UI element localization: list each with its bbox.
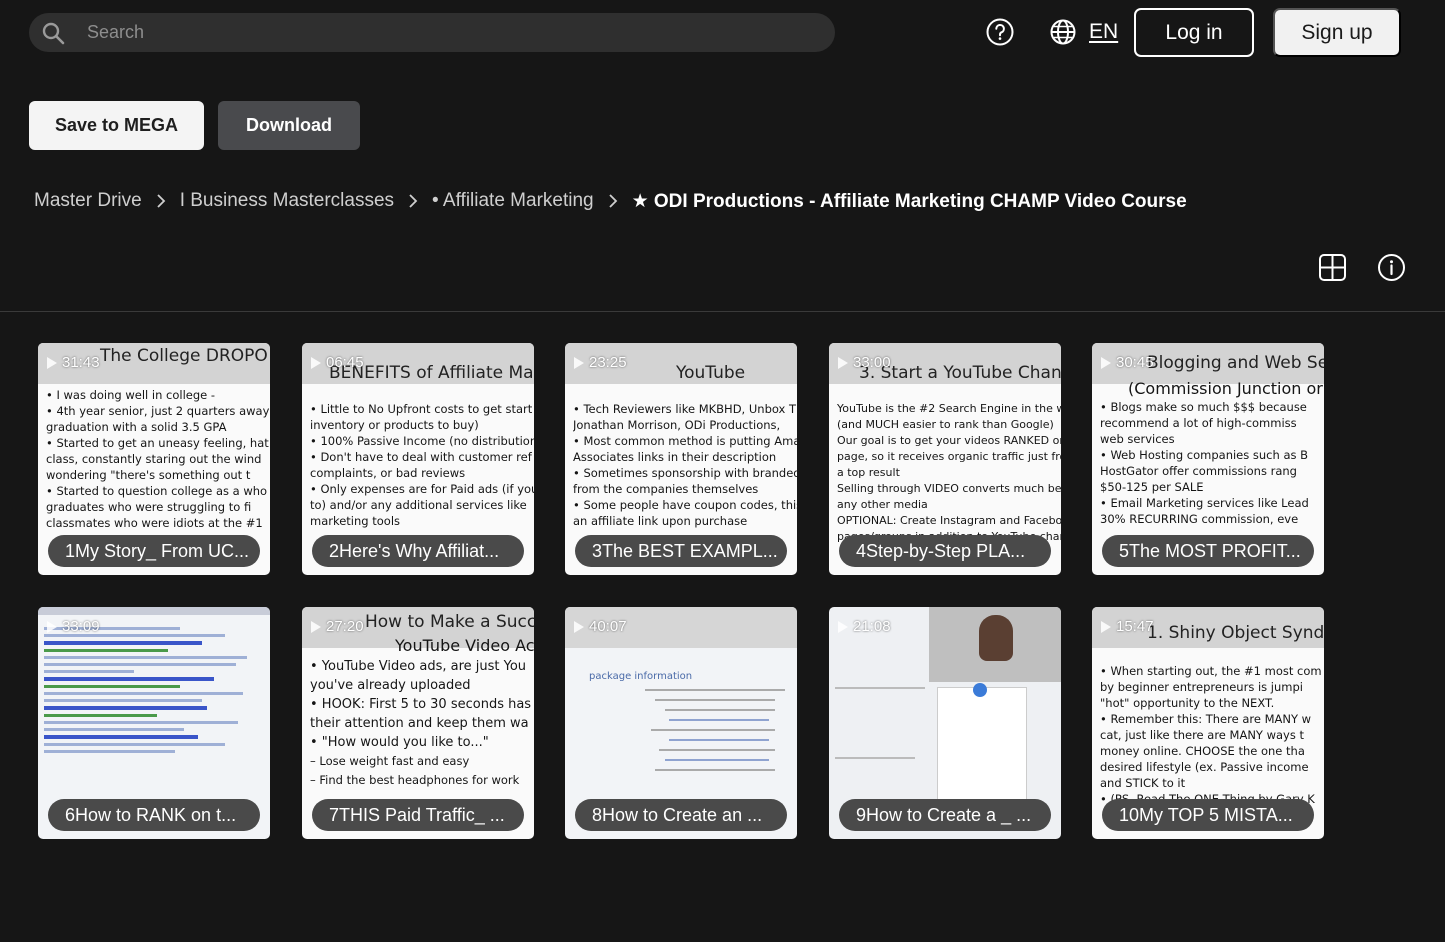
globe-icon [1050,19,1076,45]
play-icon [574,621,584,633]
slide-body: • I was doing well in college - • 4th ye… [46,388,270,530]
play-icon [838,357,848,369]
search-input[interactable] [87,13,817,52]
play-icon [838,621,848,633]
file-tile-7[interactable]: How to Make a Succe YouTube Video Ac • Y… [302,607,534,839]
file-tile-5[interactable]: Blogging and Web Serv (Commission Juncti… [1092,343,1324,575]
breadcrumb: Master Drive I Business Masterclasses • … [34,188,1187,214]
search-results-thumbnail [44,627,270,757]
breadcrumb-item-masterclasses[interactable]: I Business Masterclasses [180,190,394,212]
file-name: 10My TOP 5 MISTA... [1102,799,1314,831]
divider [0,311,1445,312]
slide-body: (Commission Junction or • Blogs make so … [1100,379,1323,526]
video-duration: 06:45 [326,354,364,371]
slide-title: The College DROPO [100,346,268,366]
breadcrumb-current-folder: ★ ODI Productions - Affiliate Marketing … [631,190,1187,212]
video-duration: 33:09 [62,618,100,635]
browser-tabs [38,607,270,615]
file-tile-9[interactable]: 21:08 9How to Create a _ ... [829,607,1061,839]
file-tile-10[interactable]: 1. Shiny Object Synd • When starting out… [1092,607,1324,839]
video-duration: 15:47 [1116,618,1154,635]
file-name: 8How to Create an ... [575,799,787,831]
grid-view-icon[interactable] [1318,253,1347,282]
file-tile-4[interactable]: 3. Start a YouTube Channe YouTube is the… [829,343,1061,575]
file-tile-8[interactable]: package information 40:07 8How to Create… [565,607,797,839]
video-duration: 31:43 [62,354,100,371]
slide-body: YouTube is the #2 Search Engine in the w… [837,402,1061,543]
file-name: 7THIS Paid Traffic_ ... [312,799,524,831]
help-circle-icon[interactable] [985,17,1015,47]
breadcrumb-item-affiliate-marketing[interactable]: • Affiliate Marketing [432,190,594,212]
save-to-mega-button[interactable]: Save to MEGA [29,101,204,150]
file-name: 1My Story_ From UC... [48,535,260,567]
play-icon [47,621,57,633]
file-name: 5The MOST PROFIT... [1102,535,1314,567]
package-information-label: package information [589,671,693,682]
slide-title: How to Make a Succe [365,612,534,632]
chevron-right-icon [142,194,180,208]
chevron-right-icon [394,194,432,208]
play-icon [1101,357,1111,369]
dialog-thumbnail [937,687,1027,817]
play-icon [311,357,321,369]
breadcrumb-item-master-drive[interactable]: Master Drive [34,190,142,212]
video-duration: 23:25 [589,354,627,371]
chevron-right-icon [594,194,632,208]
slide-body: YouTube Video Ac • YouTube Video ads, ar… [310,636,534,787]
top-bar: EN Log in Sign up [0,0,1445,64]
video-duration: 40:07 [589,618,627,635]
slide-body: • Tech Reviewers like MKBHD, Unbox Th Jo… [573,402,797,528]
form-thumbnail [585,689,785,779]
presenter-figure [979,615,1013,661]
play-icon [47,357,57,369]
play-icon [311,621,321,633]
video-duration: 33:00 [853,354,891,371]
signup-button[interactable]: Sign up [1273,8,1401,57]
search-bar[interactable] [29,13,835,52]
video-duration: 21:08 [853,618,891,635]
file-name: 3The BEST EXAMPL... [575,535,787,567]
slide-title: Blogging and Web Serv [1147,353,1324,373]
avatar [973,683,987,697]
file-tile-2[interactable]: BENEFITS of Affiliate Mark • Little to N… [302,343,534,575]
file-tile-6[interactable]: 33:09 6How to RANK on t... [38,607,270,839]
search-icon [42,22,65,45]
login-button[interactable]: Log in [1134,8,1254,57]
slide-body: • Little to No Upfront costs to get star… [310,402,534,528]
file-tile-3[interactable]: YouTube • Tech Reviewers like MKBHD, Unb… [565,343,797,575]
slide-body: • When starting out, the #1 most com by … [1100,664,1322,806]
slide-title: YouTube [676,363,746,383]
file-name: 6How to RANK on t... [48,799,260,831]
file-name: 2Here's Why Affiliat... [312,535,524,567]
file-tile-1[interactable]: The College DROPO • I was doing well in … [38,343,270,575]
language-code[interactable]: EN [1089,20,1118,44]
file-name: 9How to Create a _ ... [839,799,1051,831]
play-icon [1101,621,1111,633]
video-duration: 30:45 [1116,354,1154,371]
file-name: 4Step-by-Step PLA... [839,535,1051,567]
info-icon[interactable] [1377,253,1406,282]
language-selector[interactable]: EN [1049,17,1118,47]
slide-title: 1. Shiny Object Synd [1147,623,1324,643]
play-icon [574,357,584,369]
download-button[interactable]: Download [218,101,360,150]
video-duration: 27:20 [326,618,364,635]
